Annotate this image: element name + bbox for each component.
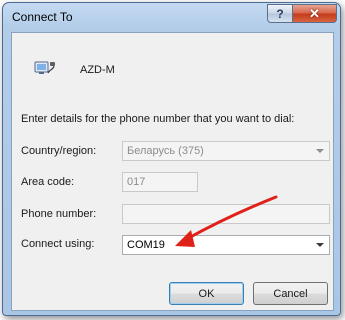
chevron-down-icon xyxy=(316,243,324,247)
phone-connection-icon xyxy=(34,61,55,74)
window-title: Connect To xyxy=(12,10,73,24)
phone-number-label: Phone number: xyxy=(21,208,97,220)
area-code-field[interactable]: 017 xyxy=(122,172,198,192)
dialog-body: AZD-M Enter details for the phone number… xyxy=(11,32,334,311)
connect-using-select[interactable]: COM19 xyxy=(122,235,330,255)
ok-button[interactable]: OK xyxy=(169,282,244,305)
phone-number-field[interactable] xyxy=(122,204,330,224)
country-region-value: Беларусь (375) xyxy=(127,145,204,157)
connect-using-value: COM19 xyxy=(127,239,165,251)
close-icon: ✕ xyxy=(309,5,320,21)
help-icon: ? xyxy=(276,6,284,21)
title-bar[interactable]: Connect To ? ✕ xyxy=(3,3,340,33)
chevron-down-icon xyxy=(316,149,324,153)
connect-using-label: Connect using: xyxy=(21,238,95,250)
dial-prompt: Enter details for the phone number that … xyxy=(21,113,295,125)
help-button[interactable]: ? xyxy=(267,4,293,23)
cancel-button-label: Cancel xyxy=(273,287,308,300)
country-region-select[interactable]: Беларусь (375) xyxy=(122,141,330,161)
connect-to-dialog: Connect To ? ✕ AZD-M Enter details for t… xyxy=(2,2,341,316)
area-code-value: 017 xyxy=(127,176,146,188)
close-button[interactable]: ✕ xyxy=(293,4,337,23)
area-code-label: Area code: xyxy=(21,176,75,188)
cancel-button[interactable]: Cancel xyxy=(253,282,328,305)
connection-name: AZD-M xyxy=(80,64,115,76)
ok-button-label: OK xyxy=(198,287,215,300)
country-region-label: Country/region: xyxy=(21,145,97,157)
